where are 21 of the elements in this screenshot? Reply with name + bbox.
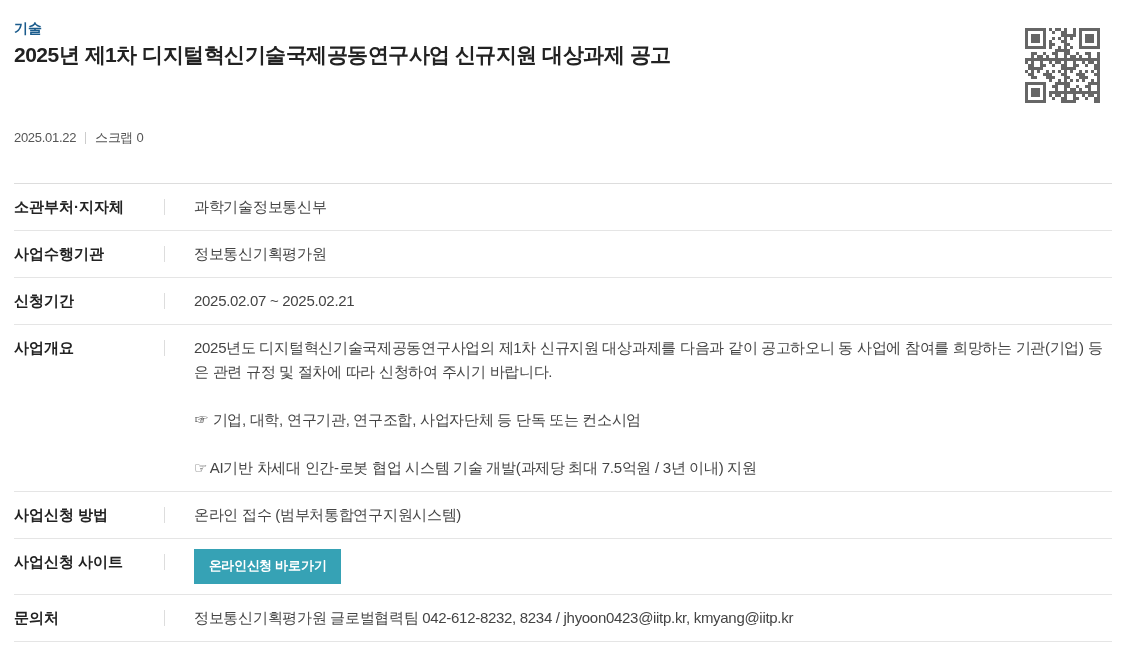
qr-code-icon — [1025, 28, 1100, 103]
field-value: 정보통신기획평가원 — [194, 244, 327, 262]
field-value: 2025.02.07 ~ 2025.02.21 — [194, 291, 355, 309]
field-label: 사업신청 방법 — [14, 505, 109, 523]
field-value: 과학기술정보통신부 — [194, 197, 327, 215]
scrap-count: 스크랩 0 — [95, 129, 144, 147]
description-paragraph: 2025년도 디지털혁신기술국제공동연구사업의 제1차 신규지원 대상과제를 다음과 같이 공고하오니 동 사업에 참여를 희망하는 기관(기업) 등은 관련 규정 및 절차에 따라 신청하여 주시기 바랍니다. — [194, 337, 1104, 382]
description-paragraph: ☞ AI기반 차세대 인간-로봇 협업 시스템 기술 개발(과제당 최대 7.5억원 / 3년 이내) 지원 — [194, 457, 758, 478]
field-value: 온라인 접수 (범부처통합연구지원시스템) — [194, 505, 462, 523]
description-paragraph: ☞ 기업, 대학, 연구기관, 연구조합, 사업자단체 등 단독 또는 컨소시엄 — [194, 409, 643, 430]
post-date: 2025.01.22 — [14, 129, 77, 147]
field-label: 사업수행기관 — [14, 244, 104, 262]
page-title: 2025년 제1차 디지털혁신기술국제공동연구사업 신규지원 대상과제 공고 — [14, 42, 671, 68]
field-label: 사업신청 사이트 — [14, 552, 124, 570]
field-label: 사업개요 — [14, 338, 74, 356]
field-value: 정보통신기획평가원 글로벌협력팀 042-612-8232, 8234 / jhyoon0423@iitp.kr, kmyang@iitp.kr — [194, 608, 794, 626]
field-label: 소관부처·지자체 — [14, 197, 124, 215]
field-label: 신청기간 — [14, 291, 74, 309]
apply-online-button[interactable]: 온라인신청 바로가기 — [194, 548, 341, 584]
field-label: 문의처 — [14, 608, 59, 626]
category-label: 기술 — [14, 19, 43, 38]
